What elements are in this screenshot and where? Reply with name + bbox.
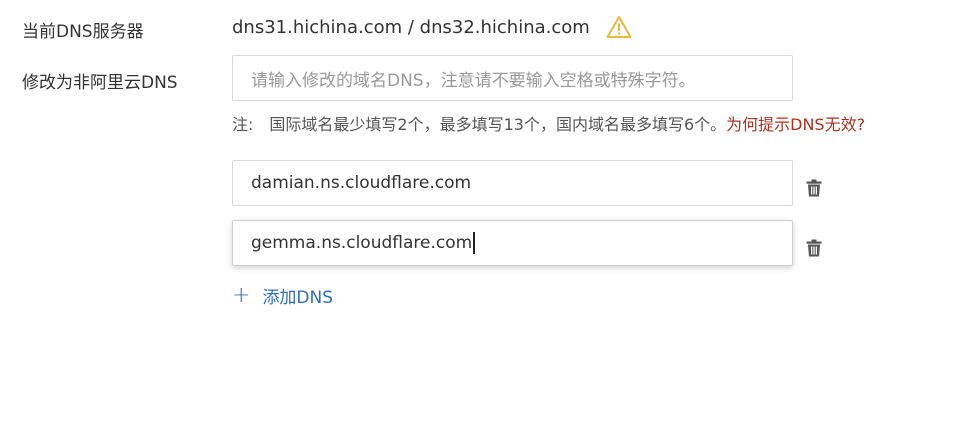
modify-dns-label: 修改为非阿里云DNS (22, 73, 178, 93)
dns-note: 注: 国际域名最少填写2个，最多填写13个，国内域名最多填写6个。为何提示DNS无… (232, 111, 865, 135)
note-text: 国际域名最少填写2个，最多填写13个，国内域名最多填写6个。 (269, 115, 727, 134)
dns-input-placeholder: 请输入修改的域名DNS，注意请不要输入空格或特殊字符。 (251, 70, 696, 91)
dns-entry-value: gemma.ns.cloudflare.com (251, 233, 473, 253)
text-cursor (473, 232, 476, 254)
current-dns-label: 当前DNS服务器 (22, 22, 144, 42)
dns-settings-panel: 当前DNS服务器 dns31.hichina.com / dns32.hichi… (0, 0, 971, 444)
current-dns-value: dns31.hichina.com / dns32.hichina.com (232, 16, 590, 38)
dns-entry-field[interactable]: damian.ns.cloudflare.com (232, 160, 793, 206)
dns-entry-value: damian.ns.cloudflare.com (251, 173, 472, 193)
add-dns-button[interactable]: + 添加DNS (232, 283, 333, 308)
warning-triangle-icon[interactable] (606, 15, 632, 39)
note-prefix: 注: (232, 115, 254, 134)
dns-entry-field[interactable]: gemma.ns.cloudflare.com (232, 220, 793, 266)
help-link[interactable]: 为何提示DNS无效? (726, 115, 865, 134)
add-dns-label: 添加DNS (262, 288, 334, 308)
current-dns-value-row: dns31.hichina.com / dns32.hichina.com (232, 15, 632, 39)
plus-icon: + (232, 282, 251, 308)
trash-icon[interactable] (806, 179, 822, 197)
dns-input[interactable]: 请输入修改的域名DNS，注意请不要输入空格或特殊字符。 (232, 55, 793, 101)
trash-icon[interactable] (806, 239, 822, 257)
